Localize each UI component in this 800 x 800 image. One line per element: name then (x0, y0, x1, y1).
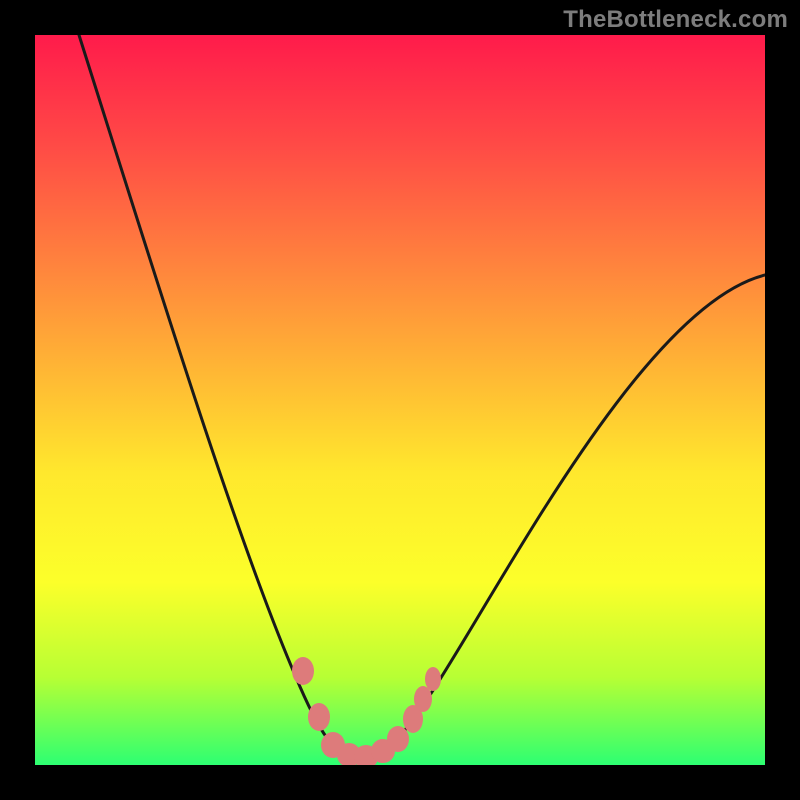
watermark-text: TheBottleneck.com (563, 6, 788, 34)
bottleneck-curve-path (79, 35, 765, 758)
balanced-marker (308, 703, 330, 731)
balanced-marker (292, 657, 314, 685)
balanced-marker-group (292, 657, 441, 765)
balanced-marker (414, 686, 432, 712)
balanced-marker (425, 667, 441, 691)
balanced-marker (387, 726, 409, 752)
chart-frame: TheBottleneck.com (0, 0, 800, 800)
bottleneck-curve-svg (35, 35, 765, 765)
